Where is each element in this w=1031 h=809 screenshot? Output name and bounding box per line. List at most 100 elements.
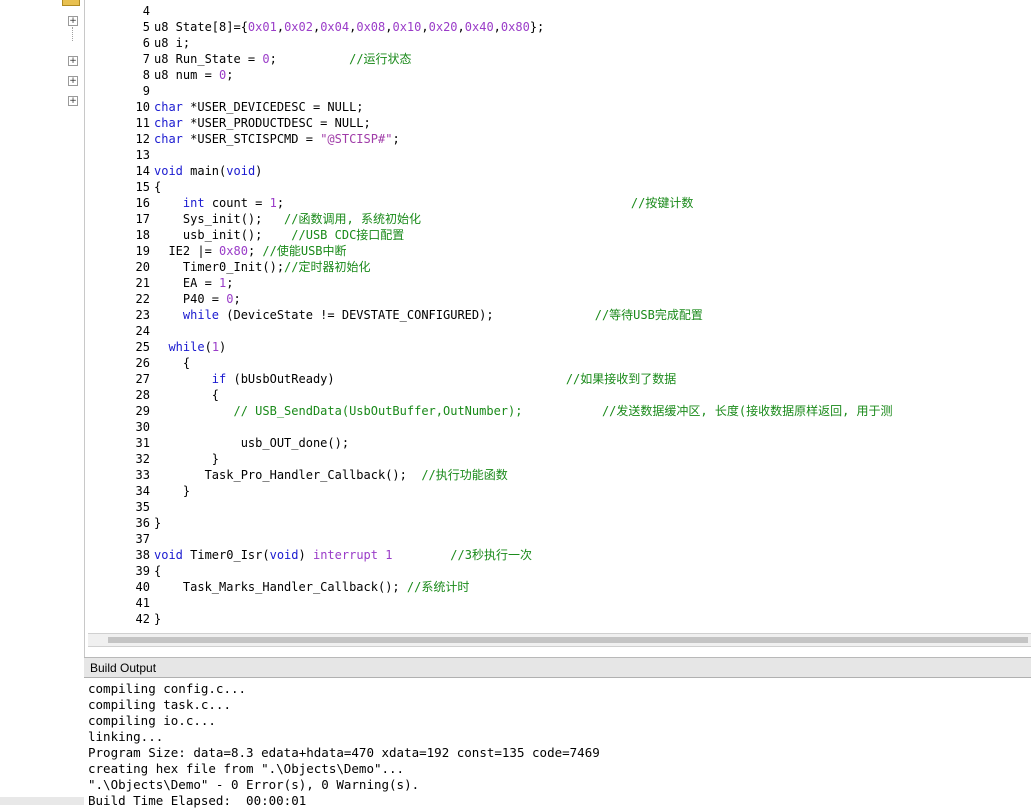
- code-line[interactable]: 26 {: [90, 355, 191, 371]
- line-number: 6: [142, 36, 150, 50]
- code-line[interactable]: 29 // USB_SendData(UsbOutBuffer,OutNumbe…: [90, 403, 893, 419]
- code-line[interactable]: 18 usb_init(); //USB CDC接口配置: [90, 227, 405, 243]
- code-token: }: [154, 612, 162, 626]
- code-token: ;: [226, 68, 234, 82]
- code-token: 0x01: [247, 20, 277, 34]
- code-token: };: [529, 20, 545, 34]
- code-line[interactable]: 35: [90, 499, 154, 515]
- line-number: 27: [135, 372, 150, 386]
- code-line[interactable]: 32 }: [90, 451, 219, 467]
- build-output-panel: Build Output compiling config.c... compi…: [84, 657, 1031, 808]
- code-text: usb_OUT_done();: [154, 435, 349, 451]
- editor-horizontal-scrollbar[interactable]: [88, 633, 1031, 647]
- code-line[interactable]: 33 Task_Pro_Handler_Callback(); //执行功能函数: [90, 467, 508, 483]
- code-line[interactable]: 37: [90, 531, 154, 547]
- tree-expand-plus-icon[interactable]: +: [68, 96, 78, 106]
- code-text: {: [154, 179, 161, 195]
- code-line[interactable]: 19 IE2 |= 0x80; //使能USB中断: [90, 243, 347, 259]
- code-lines[interactable]: 4 5 u8 State[8]={0x01,0x02,0x04,0x08,0x10,…: [90, 0, 1031, 633]
- code-line[interactable]: 24: [90, 323, 154, 339]
- tree-expand-plus-icon[interactable]: +: [68, 56, 78, 66]
- code-line[interactable]: 25 while(1): [90, 339, 227, 355]
- code-comment: //定时器初始化: [284, 260, 371, 274]
- code-line[interactable]: 14 void main(void): [90, 163, 263, 179]
- code-token: usb_init();: [154, 228, 292, 242]
- code-comment: //如果接收到了数据: [565, 372, 677, 386]
- code-editor[interactable]: 4 5 u8 State[8]={0x01,0x02,0x04,0x08,0x10,…: [90, 0, 1031, 633]
- code-line[interactable]: 20 Timer0_Init();//定时器初始化: [90, 259, 371, 275]
- folder-icon[interactable]: [62, 0, 80, 6]
- code-line[interactable]: 22 P40 = 0;: [90, 291, 241, 307]
- line-number: 14: [135, 164, 150, 178]
- code-text: Task_Marks_Handler_Callback(); //系统计时: [154, 579, 469, 595]
- tree-connector: [72, 27, 73, 41]
- code-line[interactable]: 11 char *USER_PRODUCTDESC = NULL;: [90, 115, 371, 131]
- code-text: while (DeviceState != DEVSTATE_CONFIGURE…: [154, 307, 703, 323]
- code-line[interactable]: 30: [90, 419, 154, 435]
- project-panel-scrollbar[interactable]: [0, 797, 84, 805]
- code-text: {: [154, 387, 219, 403]
- code-line[interactable]: 10 char *USER_DEVICEDESC = NULL;: [90, 99, 364, 115]
- line-number: 13: [135, 148, 150, 162]
- code-keyword: void: [269, 548, 299, 562]
- code-text: if (bUsbOutReady) //如果接收到了数据: [154, 371, 676, 387]
- build-log-line: linking...: [88, 729, 164, 744]
- build-output-title: Build Output: [84, 658, 1031, 678]
- code-token: (bUsbOutReady): [226, 372, 566, 386]
- code-line[interactable]: 7 u8 Run_State = 0; //运行状态: [90, 51, 412, 67]
- code-line[interactable]: 31 usb_OUT_done();: [90, 435, 350, 451]
- code-line[interactable]: 17 Sys_init(); //函数调用, 系统初始化: [90, 211, 421, 227]
- code-text: // USB_SendData(UsbOutBuffer,OutNumber);…: [154, 403, 892, 419]
- scrollbar-thumb[interactable]: [108, 637, 1028, 643]
- code-line[interactable]: 13: [90, 147, 154, 163]
- code-token: (: [204, 340, 212, 354]
- code-line[interactable]: 15 {: [90, 179, 162, 195]
- code-keyword: void: [226, 164, 256, 178]
- code-line[interactable]: 9: [90, 83, 154, 99]
- line-number: 8: [142, 68, 150, 82]
- code-comment: //USB CDC接口配置: [291, 228, 405, 242]
- code-token: 0x20: [428, 20, 458, 34]
- code-token: Task_Pro_Handler_Callback();: [154, 468, 422, 482]
- code-token: *USER_PRODUCTDESC = NULL;: [182, 116, 371, 130]
- code-token: EA =: [154, 276, 220, 290]
- code-line[interactable]: 23 while (DeviceState != DEVSTATE_CONFIG…: [90, 307, 703, 323]
- line-number: 9: [142, 84, 150, 98]
- code-text: void main(void): [154, 163, 262, 179]
- line-number: 38: [135, 548, 150, 562]
- code-line[interactable]: 5 u8 State[8]={0x01,0x02,0x04,0x08,0x10,0…: [90, 19, 545, 35]
- line-number: 15: [135, 180, 150, 194]
- code-line[interactable]: 27 if (bUsbOutReady) //如果接收到了数据: [90, 371, 677, 387]
- code-line[interactable]: 8 u8 num = 0;: [90, 67, 234, 83]
- tree-expand-plus-icon[interactable]: +: [68, 16, 78, 26]
- line-number: 23: [135, 308, 150, 322]
- code-line[interactable]: 12 char *USER_STCISPCMD = "@STCISP#";: [90, 131, 400, 147]
- code-line[interactable]: 40 Task_Marks_Handler_Callback(); //系统计时: [90, 579, 470, 595]
- code-line[interactable]: 36}: [90, 515, 162, 531]
- code-line[interactable]: 21 EA = 1;: [90, 275, 234, 291]
- build-output-log[interactable]: compiling config.c... compiling task.c..…: [88, 681, 1018, 808]
- code-comment: //运行状态: [349, 52, 412, 66]
- code-token: P40 =: [154, 292, 227, 306]
- code-comment: //使能USB中断: [262, 244, 347, 258]
- code-line[interactable]: 42}: [90, 611, 162, 627]
- line-number: 26: [135, 356, 150, 370]
- code-keyword: char: [154, 100, 183, 114]
- code-line[interactable]: 4: [90, 3, 154, 19]
- code-line[interactable]: 34 }: [90, 483, 191, 499]
- code-line[interactable]: 38 void Timer0_Isr(void) interrupt 1 //3秒…: [90, 547, 532, 563]
- build-log-line: ".\Objects\Demo" - 0 Error(s), 0 Warning…: [88, 777, 420, 792]
- tree-expand-plus-icon[interactable]: +: [68, 76, 78, 86]
- code-line[interactable]: 41: [90, 595, 154, 611]
- code-line[interactable]: 16 int count = 1; //按键计数: [90, 195, 694, 211]
- code-token: ,: [493, 20, 501, 34]
- code-token: u8 State[8]={: [154, 20, 248, 34]
- code-line[interactable]: 28 {: [90, 387, 219, 403]
- code-line[interactable]: 6 u8 i;: [90, 35, 190, 51]
- build-log-line: creating hex file from ".\Objects\Demo".…: [88, 761, 405, 776]
- line-number: 18: [135, 228, 150, 242]
- build-log-line: compiling io.c...: [88, 713, 216, 728]
- code-line[interactable]: 39 {: [90, 563, 162, 579]
